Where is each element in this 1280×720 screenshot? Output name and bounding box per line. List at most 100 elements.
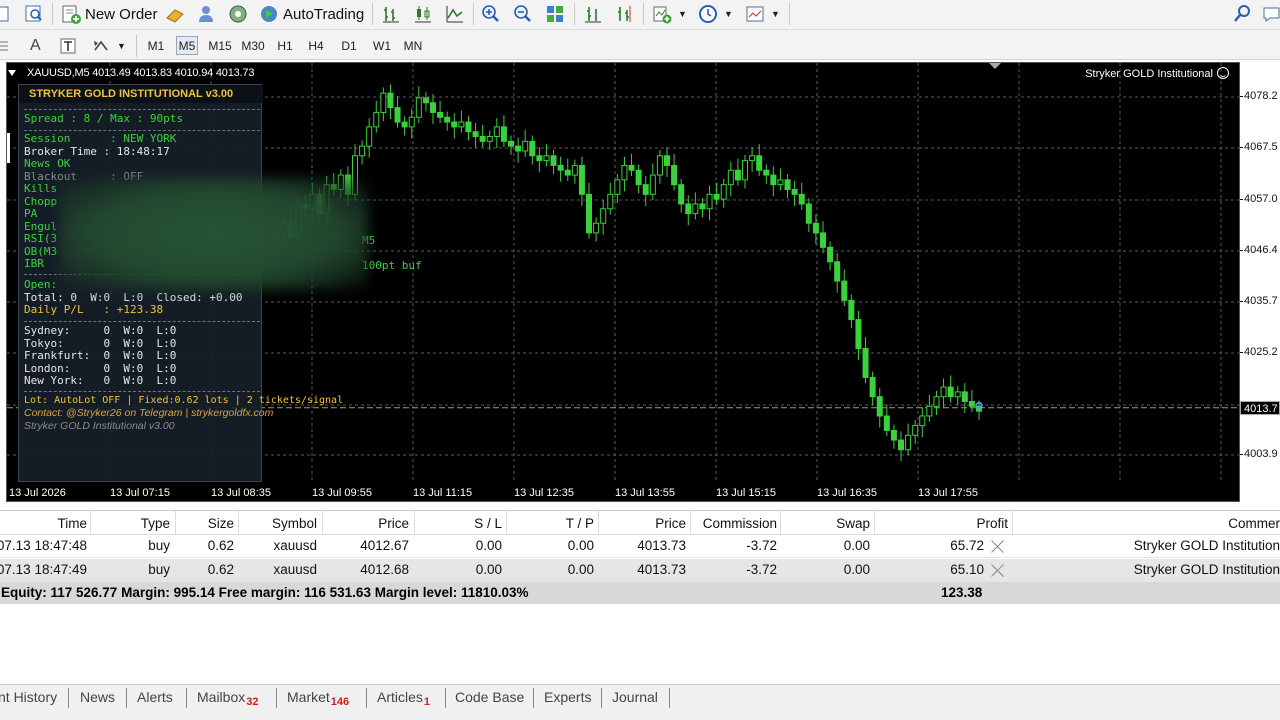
candle-body [621,164,628,181]
text-tool-button[interactable]: A [30,34,41,58]
text-tool-label: A [30,37,41,54]
timeframe-w1[interactable]: W1 [371,36,393,55]
tab-label: Alerts [137,689,173,705]
chart-shift-button[interactable] [583,2,603,26]
timeframe-mn[interactable]: MN [401,36,425,55]
close-position-icon[interactable] [991,539,1005,553]
column-header-current-price[interactable]: Price [655,516,686,531]
autotrading-button[interactable]: AutoTrading [259,2,364,26]
tab-label: nt History [0,689,58,705]
templates-button[interactable]: ▼ [745,2,780,26]
candle-body [635,169,642,186]
column-header-swap[interactable]: Swap [836,516,870,531]
zoom-in-button[interactable] [481,2,501,26]
cell-type: buy [148,561,170,577]
expert-advisor-label: Stryker GOLD Institutional [1085,67,1229,80]
candle-body [472,131,479,138]
tab-label: Articles [377,689,423,705]
contact-line: Contact: @Stryker26 on Telegram | stryke… [24,407,274,419]
tab-code-base[interactable]: Code Base [455,689,524,705]
tab-articles[interactable]: Articles1 [377,689,430,708]
candlestick-chart-button[interactable] [413,2,433,26]
candle-body [720,184,727,200]
tab-market[interactable]: Market146 [287,689,349,708]
candle-body [642,184,649,195]
navigator-button[interactable] [196,2,216,26]
periods-button[interactable]: ▼ [698,2,733,26]
timeframe-m1[interactable]: M1 [146,36,166,55]
zoom-profile-button[interactable] [24,2,44,26]
panel-title: STRYKER GOLD INSTITUTIONAL v3.00 [19,85,263,103]
candle-body [692,203,699,215]
candle-body [628,164,635,171]
timeframe-d1[interactable]: D1 [339,36,359,55]
pa-line: PA [24,207,38,220]
chart-menu-triangle[interactable] [8,70,16,76]
column-header-comment[interactable]: Commer [1228,516,1280,531]
text-label-tool-button[interactable] [58,34,78,58]
timeframe-h1[interactable]: H1 [276,36,294,55]
search-button[interactable] [1232,2,1252,26]
time-tick-label: 13 Jul 07:15 [110,487,170,499]
price-tick-label: 4035.7 [1240,295,1278,307]
indicators-icon [652,4,672,24]
tab-journal[interactable]: Journal [612,689,658,705]
bar-chart-button[interactable] [381,2,401,26]
zoom-out-button[interactable] [513,2,533,26]
candle-body [366,126,373,147]
column-header-profit[interactable]: Profit [976,516,1008,531]
column-header-type[interactable]: Type [141,516,170,531]
column-header-commission[interactable]: Commission [703,516,777,531]
daily-pl-line: Daily P/L : +123.38 [24,303,164,316]
auto-scroll-button[interactable] [615,2,635,26]
mt4-terminal-window: New Order AutoTrading ▼ ▼ ▼ A ▼ M1 M5 M1… [0,0,1280,720]
chart-shift-marker[interactable] [989,63,1001,69]
candle-body [919,415,926,427]
column-header-time[interactable]: Time [58,516,88,531]
tab-alerts[interactable]: Alerts [137,689,173,705]
timeframe-m5[interactable]: M5 [176,36,198,55]
open-line: Open: [24,278,58,291]
candle-body [805,203,812,224]
cell-symbol: xauusd [273,561,317,577]
price-tick-label: 4025.2 [1240,346,1278,358]
close-position-icon[interactable] [991,563,1005,577]
timeframe-h4[interactable]: H4 [306,36,326,55]
column-header-size[interactable]: Size [208,516,234,531]
tab-mailbox[interactable]: Mailbox32 [197,689,259,708]
line-chart-button[interactable] [445,2,465,26]
candle-body [486,136,493,142]
column-header-stop-loss[interactable]: S / L [474,516,502,531]
candle-body [883,415,890,431]
cell-commission: -3.72 [746,538,777,553]
column-header-take-profit[interactable]: T / P [566,516,594,531]
chevron-down-icon: ▼ [771,9,780,19]
candle-body [500,126,507,142]
indicators-button[interactable]: ▼ [652,2,687,26]
new-order-button[interactable]: New Order [61,2,158,26]
tab-badge: 1 [423,696,431,708]
new-chart-button[interactable] [0,2,12,26]
time-tick-label: 13 Jul 13:55 [615,487,675,499]
candle-body [898,439,904,451]
candle-body [7,133,10,163]
candle-body [437,111,444,118]
candle-body [678,184,685,205]
tab-news[interactable]: News [80,689,115,705]
column-header-open-price[interactable]: Price [378,516,409,531]
timeframe-m15[interactable]: M15 [207,36,233,55]
terminal-button[interactable] [228,2,248,26]
candle-body [571,164,578,176]
cell-symbol: xauusd [273,538,317,553]
candle-body [430,102,436,113]
column-header-symbol[interactable]: Symbol [272,516,317,531]
tab-experts[interactable]: Experts [544,689,591,705]
chat-button[interactable] [1262,2,1280,26]
table-row[interactable]: 07.13 18:47:49 buy 0.62 xauusd 4012.68 0.00 0.… [0,558,1280,582]
timeframe-m30[interactable]: M30 [240,36,266,55]
tile-windows-button[interactable] [545,2,565,26]
table-row[interactable]: 07.13 18:47:48 buy 0.62 xauusd 4012.67 0.00 0.… [0,535,1280,558]
market-watch-button[interactable] [165,2,185,26]
arrows-tool-button[interactable]: ▼ [91,34,126,58]
tab-nt-history[interactable]: nt History [0,689,57,705]
